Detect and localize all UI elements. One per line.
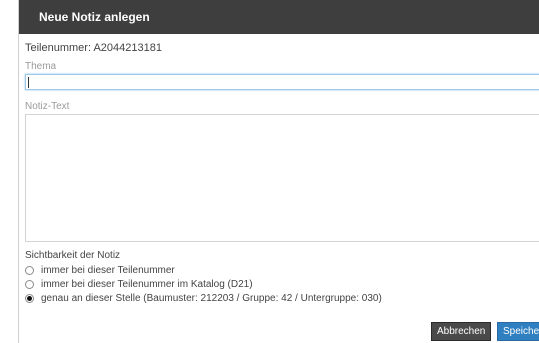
visibility-label: Sichtbarkeit der Notiz	[25, 250, 121, 261]
visibility-option-label: genau an dieser Stelle (Baumuster: 21220…	[41, 292, 382, 304]
radio-button[interactable]	[25, 265, 34, 275]
part-number-text: Teilenummer: A2044213181	[25, 42, 162, 54]
text-caret	[28, 77, 29, 88]
visibility-option-part-number[interactable]: immer bei dieser Teilenummer	[25, 264, 175, 276]
visibility-option-catalog[interactable]: immer bei dieser Teilenummer im Katalog …	[25, 278, 253, 290]
dialog-title: Neue Notiz anlegen	[19, 0, 539, 34]
radio-button[interactable]	[25, 279, 34, 289]
thema-label: Thema	[25, 61, 57, 72]
notiz-textarea[interactable]	[25, 114, 539, 242]
visibility-option-label: immer bei dieser Teilenummer im Katalog …	[41, 278, 253, 290]
new-note-dialog: Neue Notiz anlegen Teilenummer: A2044213…	[18, 0, 539, 343]
visibility-option-exact-position[interactable]: genau an dieser Stelle (Baumuster: 21220…	[25, 292, 382, 304]
notiz-label: Notiz-Text	[25, 101, 70, 112]
radio-button-selected[interactable]	[25, 293, 34, 303]
cancel-button[interactable]: Abbrechen	[431, 322, 491, 341]
visibility-option-label: immer bei dieser Teilenummer	[41, 264, 175, 276]
save-button[interactable]: Speichern	[497, 322, 539, 341]
thema-input[interactable]	[25, 74, 539, 90]
